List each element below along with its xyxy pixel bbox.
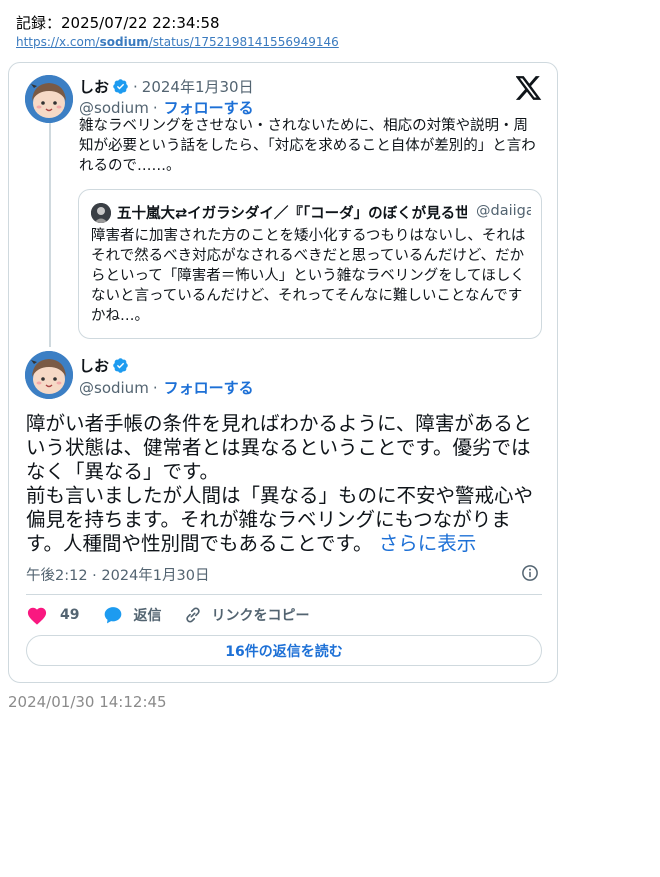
reply-author-handle[interactable]: @sodium xyxy=(79,379,149,397)
tweet-embed-card: しお · 2024年1月30日 @sodium · フォローする 雑なラベリング… xyxy=(8,62,558,683)
main-tweet-text: 障がい者手帳の条件を見ればわかるように、障害があるという状態は、健常者とは異なる… xyxy=(26,412,546,556)
author-name[interactable]: しお xyxy=(79,76,109,97)
handle-separator: · xyxy=(152,98,158,117)
thread-connector-line xyxy=(49,123,51,347)
tweet1-date[interactable]: 2024年1月30日 xyxy=(142,76,254,97)
tweet1-text: 雑なラベリングをさせない・されないために、相応の対策や説明・周知が必要という話を… xyxy=(79,118,536,174)
author-handle[interactable]: @sodium xyxy=(79,99,149,117)
copy-link-label: リンクをコピー xyxy=(211,608,310,624)
verified-badge-icon xyxy=(112,357,129,374)
quoted-author-name: 五十嵐大⇄イガラシダイ／『「コーダ」のぼくが見る世界』発売中 xyxy=(117,206,467,222)
handle-separator: · xyxy=(152,378,158,397)
tweet1-header: しお · 2024年1月30日 xyxy=(79,76,254,97)
reply-label: 返信 xyxy=(133,608,162,624)
tweet-actions-bar: 49 返信 リンクをコピー xyxy=(26,603,309,627)
quoted-tweet[interactable]: 五十嵐大⇄イガラシダイ／『「コーダ」のぼくが見る世界』発売中 @daiigara… xyxy=(78,189,542,339)
url-suffix: /status/1752198141556949146 xyxy=(148,35,339,49)
quoted-tweet-text: 障害者に加害された方のことを矮小化するつもりはないし、それはそれで然るべき対応が… xyxy=(91,228,526,324)
like-count: 49 xyxy=(60,607,80,623)
record-timestamp: 記録：2025/07/22 22:34:58 xyxy=(16,14,220,32)
follow-button[interactable]: フォローする xyxy=(164,97,254,118)
reply-author-name[interactable]: しお xyxy=(79,355,109,376)
tweet1-handle-row: @sodium · フォローする xyxy=(79,97,254,118)
show-more-link[interactable]: さらに表示 xyxy=(379,532,477,555)
reply-bubble-icon xyxy=(105,607,122,624)
author-avatar[interactable] xyxy=(25,75,73,123)
read-replies-button[interactable]: 16件の返信を読む xyxy=(26,635,542,666)
like-button[interactable]: 49 xyxy=(26,605,79,625)
quoted-author-handle: @daiigarashi xyxy=(476,203,531,219)
tweet-timestamp[interactable]: 午後2:12 · 2024年1月30日 xyxy=(26,564,209,585)
reply-button[interactable]: 返信 xyxy=(103,605,161,625)
tweet2-header: しお xyxy=(79,355,129,376)
follow-button[interactable]: フォローする xyxy=(164,377,254,398)
info-icon[interactable] xyxy=(521,564,539,582)
tweet2-handle-row: @sodium · フォローする xyxy=(79,377,254,398)
link-icon xyxy=(186,607,201,623)
heart-icon xyxy=(27,607,47,625)
actions-divider xyxy=(26,594,542,595)
capture-date: 2024/01/30 14:12:45 xyxy=(8,693,167,711)
main-text-p1: 障がい者手帳の条件を見ればわかるように、障害があるという状態は、健常者とは異なる… xyxy=(26,412,533,483)
reply-author-avatar[interactable] xyxy=(25,351,73,399)
copy-link-button[interactable]: リンクをコピー xyxy=(183,605,309,625)
url-user: sodium xyxy=(99,35,149,49)
url-prefix: https://x.com/ xyxy=(16,35,100,49)
source-url-link[interactable]: https://x.com/sodium/status/175219814155… xyxy=(16,35,339,49)
x-logo-icon[interactable] xyxy=(516,76,542,100)
verified-badge-icon xyxy=(112,78,129,95)
quoted-author-avatar xyxy=(91,203,111,223)
date-separator: · xyxy=(133,77,138,96)
